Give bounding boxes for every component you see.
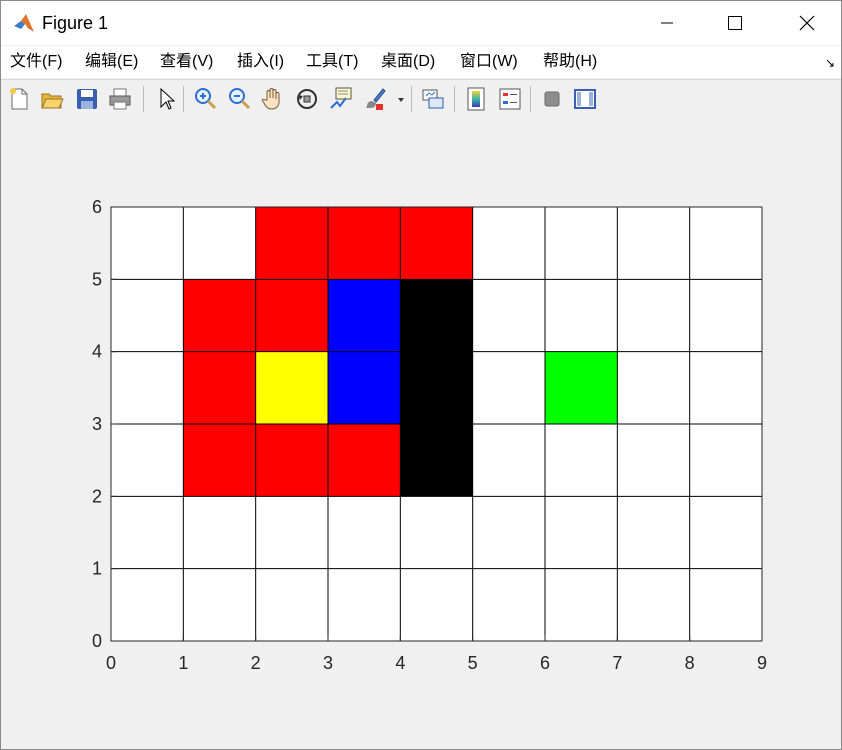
maximize-button[interactable] xyxy=(701,1,769,45)
grid-cell xyxy=(255,351,328,424)
x-tick-label: 6 xyxy=(540,653,550,673)
y-tick-label: 5 xyxy=(92,269,102,289)
open-file-icon[interactable] xyxy=(39,86,65,112)
save-icon[interactable] xyxy=(74,86,100,112)
x-tick-label: 5 xyxy=(468,653,478,673)
grid-cell xyxy=(255,207,328,280)
figure-window: Figure 1 文件(F) 编辑(E) 查看(V) 插入(I) 工具(T) 桌… xyxy=(0,0,842,750)
zoom-in-icon[interactable] xyxy=(192,86,218,112)
axes[interactable]: 0 1 2 3 4 5 6 7 8 9 0 1 2 3 4 5 6 xyxy=(1,118,841,749)
minimize-button[interactable] xyxy=(633,1,701,45)
grid-cell xyxy=(255,279,328,352)
menu-bar: 文件(F) 编辑(E) 查看(V) 插入(I) 工具(T) 桌面(D) 窗口(W… xyxy=(1,46,841,78)
x-tick-label: 9 xyxy=(757,653,767,673)
menu-insert[interactable]: 插入(I) xyxy=(237,52,284,72)
pan-hand-icon[interactable] xyxy=(260,86,286,112)
menu-tools[interactable]: 工具(T) xyxy=(306,52,358,72)
show-plot-tools-icon[interactable] xyxy=(572,86,598,112)
x-tick-label: 7 xyxy=(612,653,622,673)
toolbar-separator xyxy=(454,86,455,112)
y-tick-label: 6 xyxy=(92,197,102,217)
figure-toolbar xyxy=(1,79,841,119)
x-tick-label: 1 xyxy=(178,653,188,673)
grid-cell xyxy=(328,279,401,352)
grid-cell xyxy=(400,207,473,280)
menu-help[interactable]: 帮助(H) xyxy=(543,52,597,72)
toolbar-separator xyxy=(143,86,144,112)
toolbar-separator xyxy=(411,86,412,112)
grid-cell xyxy=(328,351,401,424)
brush-icon[interactable] xyxy=(362,86,388,112)
menu-edit[interactable]: 编辑(E) xyxy=(85,52,138,72)
print-icon[interactable] xyxy=(107,86,133,112)
data-tips-icon[interactable] xyxy=(328,86,354,112)
grid-cell xyxy=(400,424,473,497)
menu-file[interactable]: 文件(F) xyxy=(10,52,62,72)
insert-legend-icon[interactable] xyxy=(497,86,523,112)
rotate-3d-icon[interactable] xyxy=(294,86,320,112)
hide-plot-tools-icon[interactable] xyxy=(539,86,565,112)
grid-cell xyxy=(328,424,401,497)
grid-cell xyxy=(183,424,256,497)
x-tick-label: 4 xyxy=(395,653,405,673)
insert-colorbar-icon[interactable] xyxy=(463,86,489,112)
close-button[interactable] xyxy=(773,1,841,45)
grid-cell xyxy=(183,279,256,352)
y-tick-label: 4 xyxy=(92,342,102,362)
menu-view[interactable]: 查看(V) xyxy=(160,52,213,72)
grid-cell xyxy=(328,207,401,280)
grid-cell xyxy=(255,424,328,497)
toolbar-separator xyxy=(530,86,531,112)
link-plot-icon[interactable] xyxy=(420,86,446,112)
new-figure-icon[interactable] xyxy=(6,86,32,112)
menu-desktop[interactable]: 桌面(D) xyxy=(381,52,435,72)
title-bar[interactable]: Figure 1 xyxy=(1,1,841,45)
maximize-icon xyxy=(728,16,742,30)
y-tick-label: 1 xyxy=(92,559,102,579)
x-tick-label: 2 xyxy=(251,653,261,673)
grid-cell xyxy=(183,351,256,424)
menu-window[interactable]: 窗口(W) xyxy=(460,52,518,72)
close-icon xyxy=(799,15,815,31)
edit-plot-pointer-icon[interactable] xyxy=(153,86,179,112)
brush-dropdown-icon[interactable] xyxy=(395,86,407,112)
minimize-icon xyxy=(661,22,673,24)
x-tick-label: 3 xyxy=(323,653,333,673)
x-tick-label: 0 xyxy=(106,653,116,673)
grid-cell xyxy=(400,279,473,352)
menu-dock-arrow-icon[interactable]: ↘ xyxy=(825,56,835,70)
y-tick-label: 0 xyxy=(92,631,102,651)
toolbar-separator xyxy=(183,86,184,112)
y-tick-label: 3 xyxy=(92,414,102,434)
y-tick-label: 2 xyxy=(92,486,102,506)
matlab-logo-icon xyxy=(14,14,34,32)
zoom-out-icon[interactable] xyxy=(226,86,252,112)
figure-canvas[interactable]: 0 1 2 3 4 5 6 7 8 9 0 1 2 3 4 5 6 xyxy=(1,118,841,749)
grid-cell xyxy=(545,351,618,424)
grid-cell xyxy=(400,351,473,424)
x-tick-label: 8 xyxy=(685,653,695,673)
window-title: Figure 1 xyxy=(42,13,109,33)
